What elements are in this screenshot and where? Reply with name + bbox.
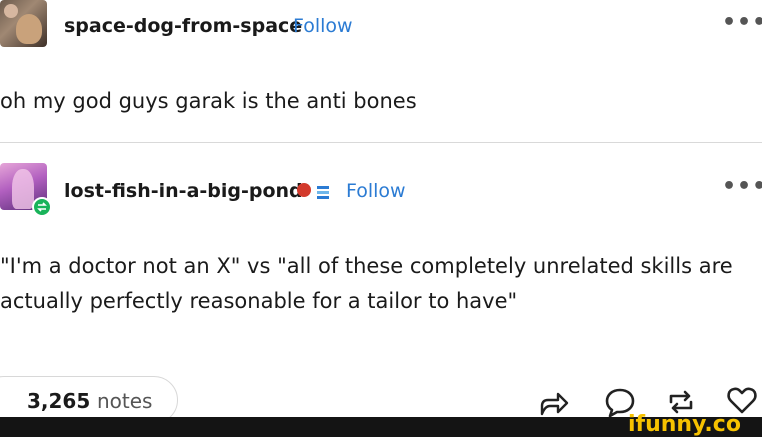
- post-body: oh my god guys garak is the anti bones: [0, 89, 417, 113]
- post-divider: [0, 142, 762, 143]
- reblog-follow-button[interactable]: Follow: [346, 180, 406, 202]
- reblog-body-line-2: actually perfectly reasonable for a tail…: [0, 289, 518, 313]
- reblog-more-options-button[interactable]: •••: [722, 174, 762, 199]
- community-badge-icon: [297, 183, 311, 197]
- flag-badge-icon: [316, 181, 330, 200]
- reblog-icon: [32, 197, 52, 217]
- share-icon[interactable]: [538, 386, 570, 418]
- ifunny-watermark: ifunny.co: [628, 412, 741, 437]
- reblog-body-line-1: "I'm a doctor not an X" vs "all of these…: [0, 254, 733, 278]
- author-avatar[interactable]: [0, 0, 47, 47]
- notes-label: notes: [97, 389, 153, 413]
- reblog-author-name[interactable]: lost-fish-in-a-big-pond: [64, 180, 303, 202]
- author-name[interactable]: space-dog-from-space: [64, 15, 302, 37]
- more-options-button[interactable]: •••: [722, 10, 762, 35]
- notes-count: 3,265: [27, 389, 91, 413]
- follow-button[interactable]: Follow: [293, 15, 353, 37]
